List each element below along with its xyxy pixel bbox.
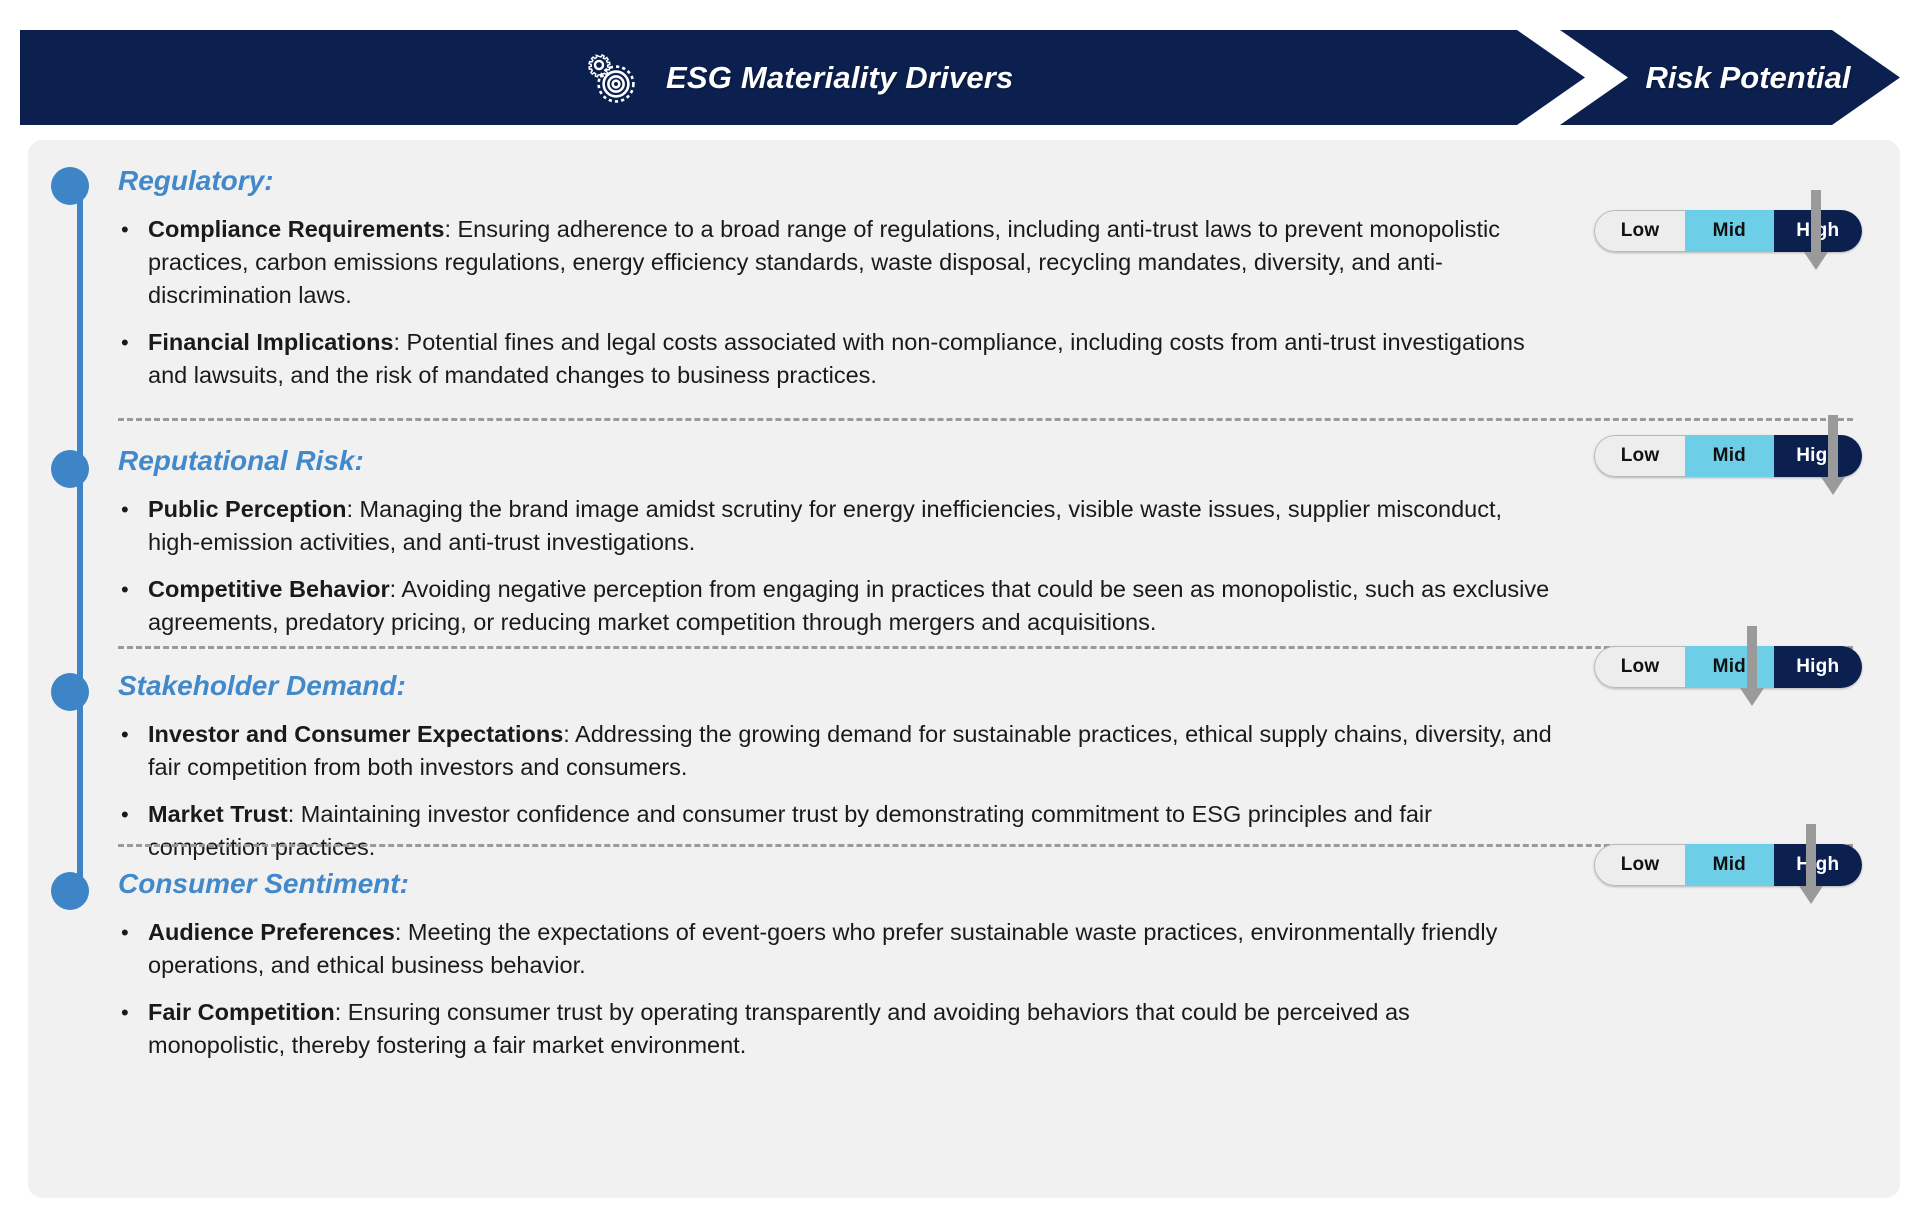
bullet-marker-icon: • bbox=[121, 330, 129, 356]
section-content: Reputational Risk: • Public Perception: … bbox=[118, 445, 1553, 653]
bullet-item: • Financial Implications: Potential fine… bbox=[118, 326, 1553, 392]
bullet-content: Investor and Consumer Expectations: Addr… bbox=[148, 718, 1553, 784]
timeline-dot-regulatory bbox=[51, 167, 89, 205]
bullet-description: : Managing the brand image amidst scruti… bbox=[148, 496, 1503, 556]
risk-meter-stakeholder-demand[interactable]: Low Mid High bbox=[1594, 626, 1862, 706]
risk-segment-high: High bbox=[1773, 210, 1862, 252]
bullet-marker-icon: • bbox=[121, 802, 129, 828]
risk-meter-reputational-risk[interactable]: Low Mid High bbox=[1594, 415, 1862, 495]
bullet-term: Financial Implications bbox=[148, 329, 394, 356]
bullet-term: Compliance Requirements bbox=[148, 216, 445, 243]
bullet-marker-icon: • bbox=[121, 722, 129, 748]
header-banner: ESG Materiality Drivers Risk Potential bbox=[20, 30, 1900, 125]
risk-meter-track: Low Mid High bbox=[1594, 646, 1862, 688]
bullet-content: Fair Competition: Ensuring consumer trus… bbox=[148, 996, 1553, 1062]
section-heading: Consumer Sentiment: bbox=[118, 868, 409, 899]
bullet-marker-icon: • bbox=[121, 217, 129, 243]
bullet-description: : Maintaining investor confidence and co… bbox=[148, 801, 1432, 861]
bullet-item: • Fair Competition: Ensuring consumer tr… bbox=[118, 996, 1553, 1062]
bullet-item: • Competitive Behavior: Avoiding negativ… bbox=[118, 573, 1553, 639]
risk-segment-high: High bbox=[1773, 646, 1862, 688]
bullet-term: Public Perception bbox=[148, 496, 347, 523]
header-risk-label: Risk Potential bbox=[1645, 59, 1851, 95]
bullet-term: Market Trust bbox=[148, 801, 288, 828]
risk-segment-mid: Mid bbox=[1685, 844, 1774, 886]
header-risk-chevron: Risk Potential bbox=[1560, 30, 1900, 125]
bullet-item: • Public Perception: Managing the brand … bbox=[118, 493, 1553, 559]
bullet-item: • Market Trust: Maintaining investor con… bbox=[118, 798, 1553, 864]
header-main-chevron: ESG Materiality Drivers bbox=[20, 30, 1585, 125]
section-heading: Reputational Risk: bbox=[118, 445, 364, 476]
bullet-term: Audience Preferences bbox=[148, 919, 395, 946]
bullet-term: Investor and Consumer Expectations bbox=[148, 721, 564, 748]
section-divider bbox=[118, 418, 1853, 421]
slide-canvas: ESG Materiality Drivers Risk Potential R… bbox=[0, 0, 1920, 1221]
bullet-item: • Investor and Consumer Expectations: Ad… bbox=[118, 718, 1553, 784]
risk-segment-mid: Mid bbox=[1685, 646, 1774, 688]
timeline-dot-consumer-sentiment bbox=[51, 872, 89, 910]
risk-segment-low: Low bbox=[1594, 210, 1686, 252]
section-content: Regulatory: • Compliance Requirements: E… bbox=[118, 165, 1553, 406]
risk-meter-track: Low Mid High bbox=[1594, 435, 1862, 477]
section-heading: Regulatory: bbox=[118, 165, 274, 196]
risk-segment-mid: Mid bbox=[1685, 210, 1774, 252]
bullet-marker-icon: • bbox=[121, 1000, 129, 1026]
timeline-dot-stakeholder-demand bbox=[51, 673, 89, 711]
timeline-dot-reputational-risk bbox=[51, 450, 89, 488]
bullet-term: Fair Competition bbox=[148, 999, 335, 1026]
risk-meter-regulatory[interactable]: Low Mid High bbox=[1594, 190, 1862, 270]
risk-meter-track: Low Mid High bbox=[1594, 210, 1862, 252]
risk-segment-low: Low bbox=[1594, 844, 1686, 886]
header-title-group: ESG Materiality Drivers bbox=[580, 46, 1013, 110]
section-heading: Stakeholder Demand: bbox=[118, 670, 406, 701]
section-content: Consumer Sentiment: • Audience Preferenc… bbox=[118, 868, 1553, 1076]
section-divider bbox=[118, 646, 1853, 649]
header-title: ESG Materiality Drivers bbox=[666, 59, 1014, 95]
risk-segment-low: Low bbox=[1594, 646, 1686, 688]
bullet-content: Market Trust: Maintaining investor confi… bbox=[148, 798, 1553, 864]
bullet-item: • Audience Preferences: Meeting the expe… bbox=[118, 916, 1553, 982]
bullet-marker-icon: • bbox=[121, 920, 129, 946]
section-divider bbox=[118, 844, 1853, 847]
risk-segment-high: High bbox=[1773, 844, 1862, 886]
risk-meter-consumer-sentiment[interactable]: Low Mid High bbox=[1594, 824, 1862, 904]
bullet-term: Competitive Behavior bbox=[148, 576, 390, 603]
bullet-marker-icon: • bbox=[121, 497, 129, 523]
bullet-description: : Ensuring consumer trust by operating t… bbox=[148, 999, 1410, 1059]
bullet-marker-icon: • bbox=[121, 577, 129, 603]
bullet-content: Audience Preferences: Meeting the expect… bbox=[148, 916, 1553, 982]
risk-segment-mid: Mid bbox=[1685, 435, 1774, 477]
bullet-item: • Compliance Requirements: Ensuring adhe… bbox=[118, 213, 1553, 312]
bullet-content: Compliance Requirements: Ensuring adhere… bbox=[148, 213, 1553, 312]
bullet-content: Competitive Behavior: Avoiding negative … bbox=[148, 573, 1553, 639]
bullet-content: Public Perception: Managing the brand im… bbox=[148, 493, 1553, 559]
risk-meter-track: Low Mid High bbox=[1594, 844, 1862, 886]
risk-segment-high: High bbox=[1773, 435, 1862, 477]
gears-icon bbox=[580, 46, 644, 110]
risk-segment-low: Low bbox=[1594, 435, 1686, 477]
bullet-content: Financial Implications: Potential fines … bbox=[148, 326, 1553, 392]
timeline-rail bbox=[77, 178, 83, 901]
